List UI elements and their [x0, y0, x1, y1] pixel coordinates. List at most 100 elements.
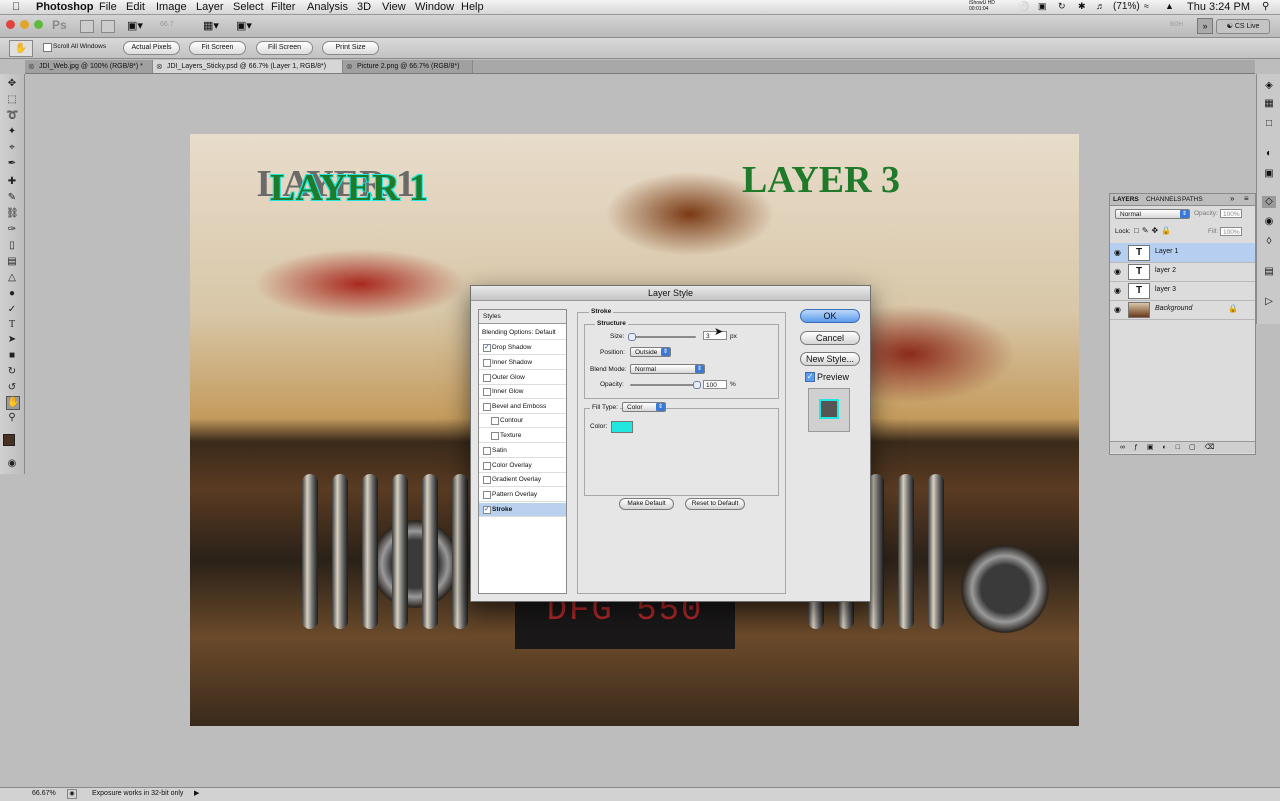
wifi-icon[interactable]: ≈: [1144, 1, 1149, 11]
actual-pixels-button[interactable]: Actual Pixels: [123, 41, 180, 55]
close-tab-icon[interactable]: ⊗: [156, 60, 163, 73]
clock[interactable]: Thu 3:24 PM: [1187, 1, 1250, 13]
tab-layers[interactable]: LAYERS: [1113, 196, 1139, 203]
opacity-field[interactable]: 100: [703, 380, 727, 389]
spotlight-icon[interactable]: ⚲: [1262, 1, 1269, 12]
tab-picture-2[interactable]: ⊗ Picture 2.png @ 66.7% (RGB/8*): [343, 60, 473, 73]
display-icon[interactable]: ▣: [1038, 1, 1047, 12]
hand-tool-preset-icon[interactable]: ✋: [9, 40, 33, 57]
menu-view[interactable]: View: [382, 1, 406, 13]
eye-icon[interactable]: ◉: [1114, 305, 1121, 314]
effect-inner-shadow[interactable]: Inner Shadow: [479, 356, 566, 370]
tab-channels[interactable]: CHANNELS: [1146, 196, 1181, 203]
effect-outer-glow[interactable]: Outer Glow: [479, 371, 566, 385]
new-style-button[interactable]: New Style...: [800, 352, 860, 366]
history-panel-icon[interactable]: ▤: [1262, 266, 1276, 278]
menu-analysis[interactable]: Analysis: [307, 1, 348, 13]
minimize-window-icon[interactable]: [20, 20, 29, 29]
drop-shadow-checkbox[interactable]: ✓: [483, 344, 491, 352]
bridge-icon[interactable]: [80, 20, 94, 33]
menu-3d[interactable]: 3D: [357, 1, 371, 13]
color-overlay-checkbox[interactable]: [483, 462, 491, 470]
blur-tool-icon[interactable]: △: [6, 272, 18, 284]
effect-color-overlay[interactable]: Color Overlay: [479, 459, 566, 473]
close-tab-icon[interactable]: ⊗: [28, 60, 35, 73]
outer-glow-checkbox[interactable]: [483, 374, 491, 382]
styles-panel-icon[interactable]: □: [1262, 118, 1276, 130]
menu-help[interactable]: Help: [461, 1, 484, 13]
pen-tool-icon[interactable]: ✓: [6, 304, 18, 316]
effect-texture[interactable]: Texture: [479, 429, 566, 443]
fill-type-select[interactable]: Color ⇕: [622, 402, 666, 412]
channels-panel-icon[interactable]: ◉: [1262, 216, 1276, 228]
masks-panel-icon[interactable]: ▣: [1262, 168, 1276, 180]
dodge-tool-icon[interactable]: ●: [6, 288, 18, 300]
satin-checkbox[interactable]: [483, 447, 491, 455]
quick-mask-icon[interactable]: ◉: [6, 458, 18, 470]
menu-layer[interactable]: Layer: [196, 1, 224, 13]
gradient-overlay-checkbox[interactable]: [483, 476, 491, 484]
texture-checkbox[interactable]: [491, 432, 499, 440]
make-default-button[interactable]: Make Default: [619, 498, 674, 510]
eye-icon[interactable]: ◉: [1114, 248, 1121, 257]
layers-footer-icons[interactable]: ∞ƒ▣◐□▢⌫: [1110, 441, 1255, 453]
foreground-color-swatch[interactable]: [3, 434, 15, 446]
effect-contour[interactable]: Contour: [479, 414, 566, 428]
eye-icon[interactable]: ◉: [1114, 286, 1121, 295]
app-menu[interactable]: Photoshop: [36, 1, 93, 13]
styles-header[interactable]: Styles: [479, 310, 566, 324]
layer-row[interactable]: ◉ T Layer 1: [1110, 243, 1255, 263]
zoom-tool-icon[interactable]: ⚲: [6, 412, 18, 424]
lock-icon[interactable]: ⚪: [1018, 1, 1029, 12]
screen-mode-icon[interactable]: ▣▾: [236, 19, 252, 32]
menu-image[interactable]: Image: [156, 1, 187, 13]
stroke-color-swatch[interactable]: [611, 421, 633, 433]
adjustments-panel-icon[interactable]: ◐: [1262, 148, 1276, 160]
ok-button[interactable]: OK: [800, 309, 860, 323]
cs-live-button[interactable]: ☯ CS Live: [1216, 19, 1270, 34]
tab-paths[interactable]: PATHS: [1182, 196, 1203, 203]
apple-icon[interactable]: : [12, 1, 20, 13]
shape-tool-icon[interactable]: ■: [6, 350, 18, 362]
opacity-slider-knob[interactable]: [693, 381, 701, 389]
inner-glow-checkbox[interactable]: [483, 388, 491, 396]
crop-tool-icon[interactable]: ⌖: [6, 142, 18, 154]
scroll-all-windows-checkbox[interactable]: [43, 43, 52, 52]
zoom-level[interactable]: 66.67%: [32, 788, 56, 800]
workspace-overflow-icon[interactable]: »: [1197, 18, 1213, 34]
history-brush-tool-icon[interactable]: ✑: [6, 224, 18, 236]
3d-rotate-tool-icon[interactable]: ↻: [6, 366, 18, 378]
mini-bridge-icon[interactable]: [101, 20, 115, 33]
inner-shadow-checkbox[interactable]: [483, 359, 491, 367]
size-slider-knob[interactable]: [628, 333, 636, 341]
move-tool-icon[interactable]: ✥: [6, 78, 18, 90]
close-tab-icon[interactable]: ⊗: [346, 60, 353, 73]
cancel-button[interactable]: Cancel: [800, 331, 860, 345]
layer-row[interactable]: ◉ T layer 3: [1110, 281, 1255, 301]
blend-mode-select[interactable]: Normal ⇕: [1115, 209, 1190, 219]
zoom-window-icon[interactable]: [34, 20, 43, 29]
quick-selection-tool-icon[interactable]: ✦: [6, 126, 18, 138]
bluetooth-icon[interactable]: ✱: [1078, 1, 1086, 12]
close-window-icon[interactable]: [6, 20, 15, 29]
menu-select[interactable]: Select: [233, 1, 264, 13]
marquee-tool-icon[interactable]: ⬚: [6, 94, 18, 106]
eraser-tool-icon[interactable]: ▯: [6, 240, 18, 252]
tab-jdi-layers-sticky[interactable]: ⊗ JDI_Layers_Sticky.psd @ 66.7% (Layer 1…: [153, 60, 343, 73]
type-tool-icon[interactable]: T: [6, 319, 18, 331]
fit-screen-button[interactable]: Fit Screen: [189, 41, 246, 55]
actions-panel-icon[interactable]: ▷: [1262, 296, 1276, 308]
path-selection-tool-icon[interactable]: ➤: [6, 334, 18, 346]
lasso-tool-icon[interactable]: ➰: [6, 110, 18, 122]
hand-tool-icon[interactable]: ✋: [6, 396, 20, 410]
menu-file[interactable]: File: [99, 1, 117, 13]
healing-brush-tool-icon[interactable]: ✚: [6, 176, 18, 188]
opacity-slider[interactable]: [630, 384, 696, 386]
fill-screen-button[interactable]: Fill Screen: [256, 41, 313, 55]
menu-filter[interactable]: Filter: [271, 1, 295, 13]
status-preview-icon[interactable]: ◉: [67, 789, 77, 799]
view-extras-icon[interactable]: ▣▾: [127, 19, 143, 32]
size-slider[interactable]: [630, 336, 696, 338]
effect-satin[interactable]: Satin: [479, 444, 566, 458]
effect-gradient-overlay[interactable]: Gradient Overlay: [479, 473, 566, 487]
